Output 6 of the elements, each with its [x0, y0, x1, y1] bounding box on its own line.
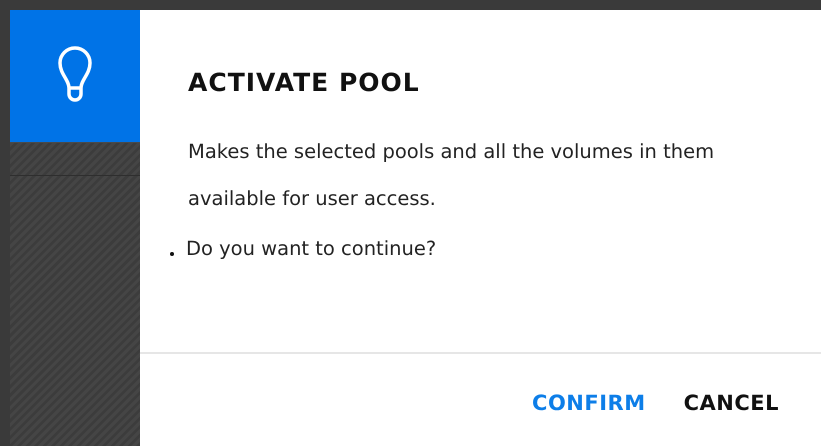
- dialog-message: Makes the selected pools and all the volumes in them available for user access.: [188, 139, 716, 212]
- dialog-title: ACTIVATE POOL: [188, 68, 421, 98]
- bullet-icon: [170, 252, 174, 256]
- confirmation-question: Do you want to continue?: [186, 236, 436, 262]
- confirm-button[interactable]: CONFIRM: [520, 384, 658, 424]
- cancel-button[interactable]: CANCEL: [672, 384, 791, 424]
